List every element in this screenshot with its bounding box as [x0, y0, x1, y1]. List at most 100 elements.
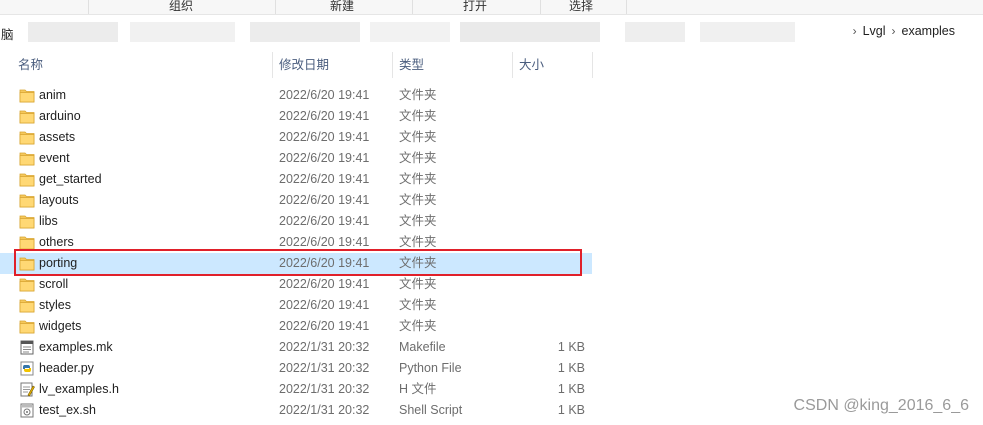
- folder-icon: [19, 214, 35, 229]
- address-redaction: [130, 22, 235, 42]
- column-name[interactable]: 名称: [18, 52, 43, 78]
- ribbon-group-organize[interactable]: 组织: [169, 0, 193, 14]
- file-date: 2022/6/20 19:41: [279, 109, 370, 123]
- file-size: 1 KB: [557, 340, 585, 354]
- file-size: [520, 232, 585, 253]
- file-date: 2022/6/20 19:41: [279, 277, 370, 291]
- file-size: 1 KB: [557, 361, 585, 375]
- file-date: 2022/6/20 19:41: [279, 172, 370, 186]
- file-name: widgets: [39, 319, 82, 333]
- file-type: 文件夹: [399, 88, 437, 102]
- column-divider[interactable]: [512, 52, 513, 78]
- file-type: 文件夹: [399, 172, 437, 186]
- column-type[interactable]: 类型: [399, 52, 424, 78]
- file-name: arduino: [39, 109, 81, 123]
- file-row[interactable]: layouts 2022/6/20 19:41 文件夹: [0, 190, 592, 211]
- ribbon-separator: [275, 0, 276, 14]
- file-row[interactable]: assets 2022/6/20 19:41 文件夹: [0, 127, 592, 148]
- file-list: anim 2022/6/20 19:41 文件夹 arduino 2022/6/20 1…: [0, 85, 600, 421]
- folder-icon: [19, 319, 35, 334]
- file-name: layouts: [39, 193, 79, 207]
- chevron-right-icon[interactable]: ›: [853, 24, 857, 38]
- folder-icon: [19, 109, 35, 124]
- file-type: H 文件: [399, 382, 437, 396]
- file-row[interactable]: styles 2022/6/20 19:41 文件夹: [0, 295, 592, 316]
- file-size: 1 KB: [557, 403, 585, 417]
- address-bar[interactable]: 脑 › Lvgl › examples: [0, 19, 983, 45]
- ribbon-separator: [626, 0, 627, 14]
- folder-icon: [19, 256, 35, 271]
- file-row[interactable]: others 2022/6/20 19:41 文件夹: [0, 232, 592, 253]
- makefile-icon: [19, 340, 35, 355]
- file-type: 文件夹: [399, 235, 437, 249]
- file-size: [520, 295, 585, 316]
- file-name: header.py: [39, 361, 94, 375]
- file-row[interactable]: header.py 2022/1/31 20:32 Python File 1 KB: [0, 358, 592, 379]
- file-date: 2022/6/20 19:41: [279, 319, 370, 333]
- file-row-selected[interactable]: porting 2022/6/20 19:41 文件夹: [0, 249, 592, 276]
- file-type: 文件夹: [399, 214, 437, 228]
- address-redaction: [700, 22, 795, 42]
- column-date[interactable]: 修改日期: [279, 52, 329, 78]
- file-row[interactable]: arduino 2022/6/20 19:41 文件夹: [0, 106, 592, 127]
- file-type: Makefile: [399, 340, 446, 354]
- file-date: 2022/6/20 19:41: [279, 193, 370, 207]
- file-size: [520, 127, 585, 148]
- address-redaction: [460, 22, 600, 42]
- ribbon-group-select[interactable]: 选择: [569, 0, 593, 14]
- file-date: 2022/6/20 19:41: [279, 130, 370, 144]
- file-date: 2022/1/31 20:32: [279, 361, 370, 375]
- file-date: 2022/6/20 19:41: [279, 235, 370, 249]
- file-row[interactable]: widgets 2022/6/20 19:41 文件夹: [0, 316, 592, 337]
- file-date: 2022/6/20 19:41: [279, 151, 370, 165]
- column-divider[interactable]: [392, 52, 393, 78]
- folder-icon: [19, 88, 35, 103]
- file-row[interactable]: libs 2022/6/20 19:41 文件夹: [0, 211, 592, 232]
- watermark: CSDN @king_2016_6_6: [793, 397, 969, 414]
- file-name: libs: [39, 214, 58, 228]
- address-root-fragment[interactable]: 脑: [1, 24, 14, 43]
- file-row[interactable]: scroll 2022/6/20 19:41 文件夹: [0, 274, 592, 295]
- folder-icon: [19, 277, 35, 292]
- file-row[interactable]: anim 2022/6/20 19:41 文件夹: [0, 85, 592, 106]
- file-type: 文件夹: [399, 319, 437, 333]
- file-row[interactable]: get_started 2022/6/20 19:41 文件夹: [0, 169, 592, 190]
- breadcrumb-lvgl[interactable]: Lvgl: [863, 24, 886, 38]
- ribbon-separator: [88, 0, 89, 14]
- file-row[interactable]: lv_examples.h 2022/1/31 20:32 H 文件 1 KB: [0, 379, 592, 400]
- address-redaction: [625, 22, 685, 42]
- file-date: 2022/6/20 19:41: [279, 298, 370, 312]
- file-size: [520, 148, 585, 169]
- file-name: porting: [39, 256, 78, 270]
- file-name: styles: [39, 298, 71, 312]
- column-divider[interactable]: [592, 52, 593, 78]
- file-type: 文件夹: [399, 193, 437, 207]
- folder-icon: [19, 151, 35, 166]
- column-header: 名称 修改日期 类型 大小: [0, 52, 600, 78]
- file-name: others: [39, 235, 74, 249]
- file-row[interactable]: event 2022/6/20 19:41 文件夹: [0, 148, 592, 169]
- column-divider[interactable]: [272, 52, 273, 78]
- file-name: anim: [39, 88, 67, 102]
- folder-icon: [19, 235, 35, 250]
- file-date: 2022/1/31 20:32: [279, 382, 370, 396]
- ribbon-group-open[interactable]: 打开: [463, 0, 487, 14]
- chevron-right-icon[interactable]: ›: [892, 24, 896, 38]
- folder-icon: [19, 193, 35, 208]
- file-size: [520, 316, 585, 337]
- breadcrumb: › Lvgl › examples: [853, 24, 955, 38]
- breadcrumb-examples[interactable]: examples: [902, 24, 956, 38]
- folder-icon: [19, 298, 35, 313]
- file-size: [520, 190, 585, 211]
- file-size: [520, 211, 585, 232]
- file-row[interactable]: examples.mk 2022/1/31 20:32 Makefile 1 KB: [0, 337, 592, 358]
- file-date: 2022/6/20 19:41: [279, 214, 370, 228]
- ribbon-group-new[interactable]: 新建: [330, 0, 354, 14]
- file-name: assets: [39, 130, 76, 144]
- file-name: event: [39, 151, 70, 165]
- column-size[interactable]: 大小: [519, 52, 544, 78]
- file-type: 文件夹: [399, 256, 437, 270]
- file-row[interactable]: test_ex.sh 2022/1/31 20:32 Shell Script 1 K…: [0, 400, 592, 421]
- ribbon-separator: [540, 0, 541, 14]
- file-type: Shell Script: [399, 403, 463, 417]
